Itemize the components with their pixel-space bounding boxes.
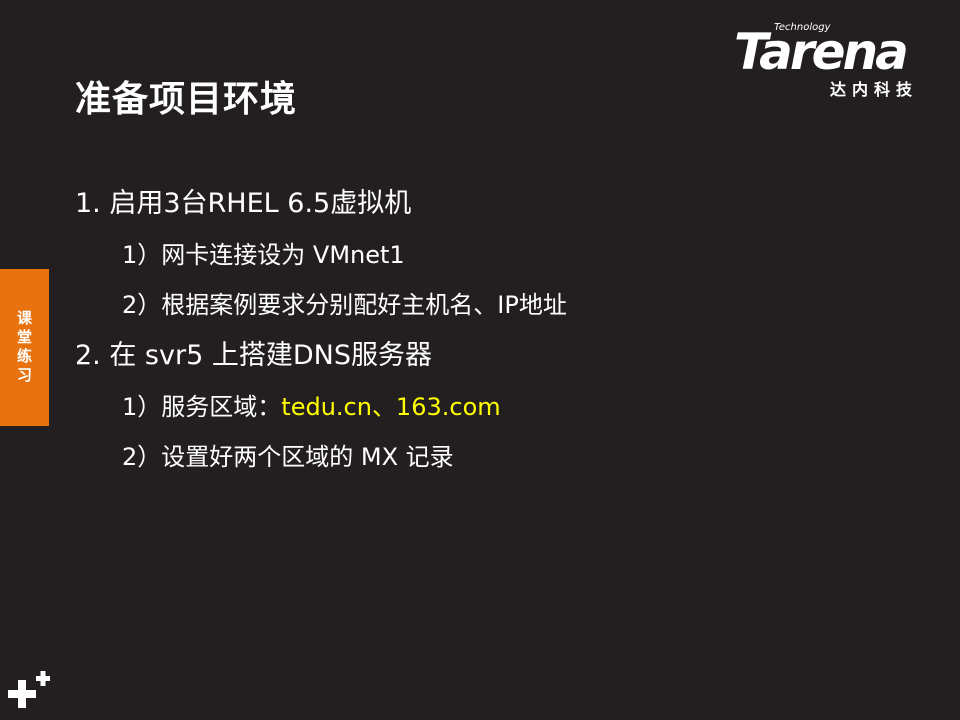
sub-item-text: 2）设置好两个区域的 MX 记录 — [122, 443, 454, 471]
sub-list-item: 2）设置好两个区域的 MX 记录 — [75, 432, 895, 482]
slide: 准备项目环境 Technology Tarena 达内科技 课堂练习 1. 启用… — [0, 0, 960, 720]
sub-list-item: 1）网卡连接设为 VMnet1 — [75, 230, 895, 280]
list-item: 2. 在 svr5 上搭建DNS服务器 — [75, 340, 432, 371]
sub-item-text: 2）根据案例要求分别配好主机名、IP地址 — [122, 291, 567, 319]
sub-item-text: 1）服务区域： — [122, 393, 282, 421]
logo-chinese: 达内科技 — [830, 80, 919, 99]
side-tab-label: 课堂练习 — [15, 309, 33, 386]
sub-item-text: 1）网卡连接设为 VMnet1 — [122, 241, 405, 269]
plus-icon — [8, 671, 50, 708]
sub-list-item: 2）根据案例要求分别配好主机名、IP地址 — [75, 280, 895, 330]
tarena-logo: Technology Tarena 达内科技 — [734, 22, 929, 99]
logo-word: Tarena — [734, 23, 909, 81]
classroom-practice-tab: 课堂练习 — [0, 269, 49, 426]
slide-content: 1. 启用3台RHEL 6.5虚拟机 1）网卡连接设为 VMnet1 2）根据案… — [75, 178, 895, 482]
sub-list-item: 1）服务区域：tedu.cn、163.com — [75, 382, 895, 432]
highlighted-domains: tedu.cn、163.com — [281, 393, 501, 421]
list-item: 1. 启用3台RHEL 6.5虚拟机 — [75, 188, 412, 219]
slide-title: 准备项目环境 — [75, 79, 298, 120]
